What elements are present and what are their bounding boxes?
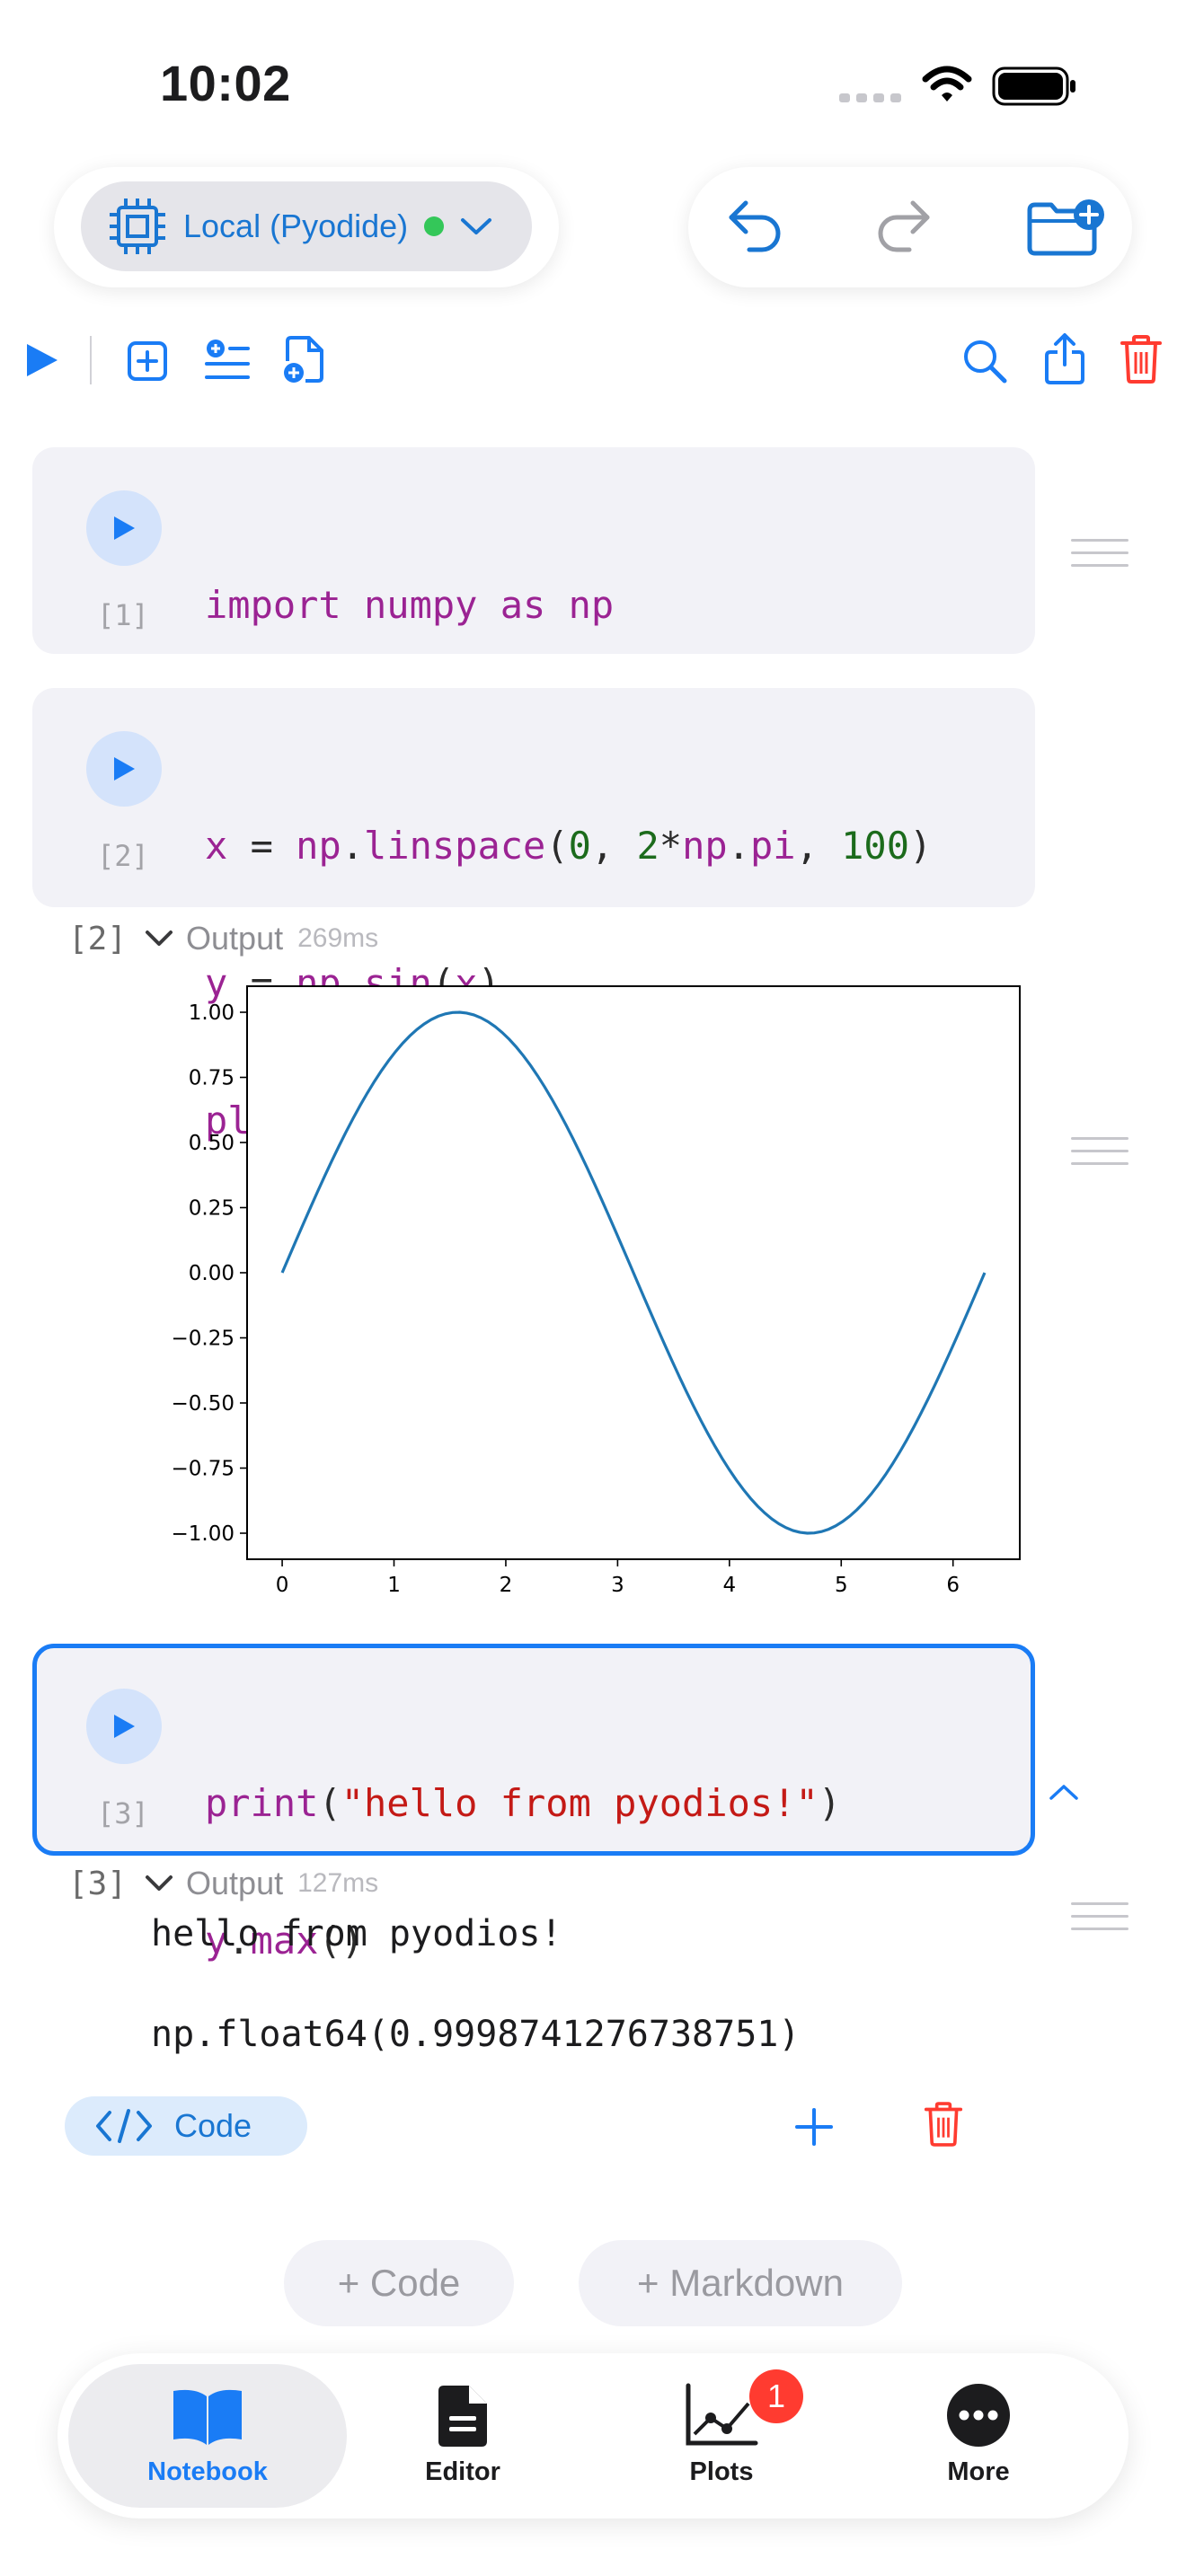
chevron-down-icon: [461, 218, 492, 234]
sine-plot: 0 1 2 3 4 5 6 1.00 0.75 0.50 0.25 0.00 −0.25 −0.50 −0.…: [172, 985, 1021, 1597]
kernel-label: Local (Pyodide): [183, 207, 409, 244]
y-tick-label: −0.50: [172, 1392, 235, 1416]
play-icon: [114, 516, 135, 540]
code-line: import numpy as np: [205, 583, 615, 627]
tab-label: Editor: [425, 2457, 500, 2486]
y-tick-label: 0.75: [189, 1067, 235, 1090]
cellular-signal-icon: [839, 93, 901, 102]
x-tick-label: 6: [946, 1574, 960, 1597]
x-tick-label: 0: [276, 1574, 289, 1597]
search-icon[interactable]: [961, 338, 1008, 384]
kernel-selector[interactable]: Local (Pyodide): [81, 181, 532, 271]
cpu-icon: [110, 198, 165, 254]
output-count: [3]: [68, 1865, 128, 1902]
cell-2-output-header[interactable]: [2] Output 269ms: [68, 920, 378, 957]
new-folder-icon[interactable]: [1026, 198, 1107, 257]
insert-below-icon[interactable]: [205, 338, 250, 383]
cell-3-result: np.float64(0.9998741276738751): [151, 2014, 801, 2055]
x-tick-label: 1: [387, 1574, 401, 1597]
chart-icon: [686, 2383, 758, 2446]
tab-label: Plots: [689, 2457, 754, 2486]
x-tick-label: 5: [835, 1574, 848, 1597]
cell-2-run-button[interactable]: [86, 731, 162, 807]
new-document-icon[interactable]: [282, 334, 327, 384]
trash-icon[interactable]: [1120, 334, 1163, 384]
play-icon: [114, 757, 135, 781]
x-tick-label: 4: [723, 1574, 737, 1597]
status-time: 10:02: [160, 55, 291, 111]
share-icon[interactable]: [1042, 332, 1087, 386]
plots-badge: 1: [749, 2369, 803, 2423]
cell-1-run-button[interactable]: [86, 490, 162, 566]
y-tick-label: −1.00: [172, 1522, 235, 1546]
code-line: print("hello from pyodios!"): [205, 1781, 842, 1825]
cell-2-drag-handle[interactable]: [1071, 1137, 1128, 1175]
ellipsis-icon: [947, 2384, 1010, 2447]
output-label: Output: [186, 920, 284, 957]
output-time: 269ms: [297, 923, 379, 953]
cell-3-exec-count: [3]: [97, 1796, 149, 1831]
code-brackets-icon: [96, 2109, 152, 2143]
battery-icon: [992, 66, 1075, 106]
cell-type-selector[interactable]: Code: [65, 2096, 307, 2156]
x-tick-label: 2: [500, 1574, 513, 1597]
cell-1-exec-count: [1]: [97, 598, 149, 632]
play-icon: [114, 1715, 135, 1738]
kernel-status-dot: [424, 216, 445, 236]
cell-3-run-button[interactable]: [86, 1689, 162, 1764]
redo-icon[interactable]: [875, 198, 933, 257]
x-tick-label: 3: [611, 1574, 624, 1597]
cell-type-label: Code: [174, 2107, 252, 2144]
book-icon: [173, 2389, 242, 2445]
run-all-icon[interactable]: [23, 341, 61, 379]
cell-3-output-header[interactable]: [3] Output 127ms: [68, 1865, 378, 1902]
undo-icon[interactable]: [726, 198, 783, 257]
add-cell-below-icon[interactable]: [794, 2107, 834, 2147]
y-tick-label: 0.50: [189, 1132, 235, 1155]
y-tick-label: −0.25: [172, 1328, 235, 1351]
tab-label: More: [947, 2457, 1010, 2486]
wifi-icon: [922, 66, 972, 101]
output-count: [2]: [68, 920, 128, 957]
cell-3-code[interactable]: print("hello from pyodios!") y.max(): [205, 1689, 841, 2009]
tab-more[interactable]: More: [871, 2382, 1086, 2487]
y-tick-label: −0.75: [172, 1458, 235, 1481]
y-tick-label: 0.25: [189, 1197, 235, 1221]
code-line: x = np.linspace(0, 2*np.pi, 100): [205, 824, 933, 868]
add-markdown-button[interactable]: + Markdown: [579, 2240, 902, 2326]
cell-3-stdout: hello from pyodios!: [151, 1913, 562, 1954]
cell-3-drag-handle[interactable]: [1071, 1902, 1128, 1940]
output-label: Output: [186, 1865, 284, 1901]
chevron-up-icon[interactable]: [1048, 1782, 1080, 1802]
add-cell-icon[interactable]: [126, 340, 169, 383]
y-tick-label: 0.00: [189, 1262, 235, 1285]
y-tick-label: 1.00: [189, 1001, 235, 1025]
chevron-down-icon: [146, 931, 173, 946]
toolbar-divider: [90, 336, 92, 384]
tab-editor[interactable]: Editor: [355, 2382, 571, 2487]
output-time: 127ms: [297, 1868, 379, 1898]
document-icon: [438, 2386, 487, 2447]
chevron-down-icon: [146, 1875, 173, 1891]
cell-1-drag-handle[interactable]: [1071, 539, 1128, 577]
tab-notebook[interactable]: Notebook: [100, 2386, 315, 2487]
add-code-button[interactable]: + Code: [284, 2240, 514, 2326]
tab-label: Notebook: [147, 2457, 268, 2486]
cell-2-exec-count: [2]: [97, 839, 149, 873]
delete-cell-icon[interactable]: [924, 2100, 963, 2148]
